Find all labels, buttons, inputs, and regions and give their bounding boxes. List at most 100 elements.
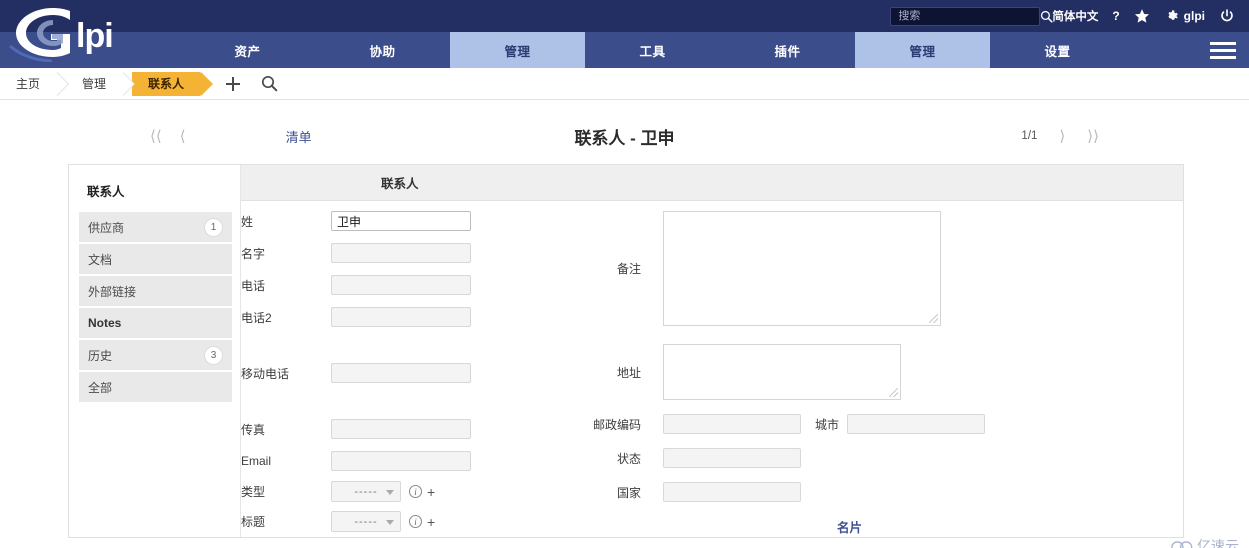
title-select[interactable]: -----: [331, 511, 401, 532]
sidebar-item-external-links[interactable]: 外部链接: [79, 276, 232, 306]
email-input[interactable]: [331, 451, 471, 471]
language-selector[interactable]: 简体中文: [1052, 8, 1098, 24]
fax-label: 传真: [241, 422, 266, 437]
nav-item-management[interactable]: 管理: [450, 32, 585, 68]
nav-item-administration[interactable]: 管理: [855, 32, 990, 68]
search-input[interactable]: [898, 10, 1041, 22]
object-tabs-sidebar: 联系人 供应商 1 文档 外部链接 Notes 历史 3 全部: [69, 165, 241, 537]
sidebar-item-badge: 1: [204, 217, 223, 237]
resize-grip-icon[interactable]: [889, 388, 898, 397]
title-info-icon[interactable]: i: [409, 515, 422, 528]
nav-label: 资产: [234, 44, 261, 59]
phone2-input[interactable]: [331, 307, 471, 327]
field-country: 国家: [563, 482, 1163, 502]
field-postcode-city: 邮政编码 城市: [563, 414, 1163, 434]
mobile-label: 移动电话: [241, 366, 290, 381]
postcode-input[interactable]: [663, 414, 801, 434]
type-select-value: -----: [354, 485, 378, 498]
type-add-icon[interactable]: +: [427, 485, 435, 499]
favorites-button[interactable]: [1134, 8, 1150, 24]
top-bar: lpi 简体中文 ? glpi: [0, 0, 1249, 62]
contact-form: 联系人 姓 卫申 名字 电话 电话2 移动电话 传真 Email 类型 ----…: [241, 165, 1183, 537]
sidebar-item-notes[interactable]: Notes: [79, 308, 232, 338]
phone2-label: 电话2: [241, 310, 272, 325]
breadcrumb-search-icon[interactable]: [256, 71, 282, 97]
nav-label: 设置: [1044, 44, 1071, 59]
form-right-column: 备注 地址 邮政编码 城市 状态 国家: [563, 211, 1163, 502]
title-add-icon[interactable]: +: [427, 515, 435, 529]
surname-input[interactable]: 卫申: [331, 211, 471, 231]
field-state: 状态: [563, 448, 1163, 468]
pager-next-button[interactable]: ⟩: [1059, 129, 1065, 144]
business-card-link[interactable]: 名片: [837, 517, 862, 536]
breadcrumb-item-management[interactable]: 管理: [66, 71, 136, 96]
nav-item-assistance[interactable]: 协助: [315, 32, 450, 68]
phone-label: 电话: [241, 278, 266, 293]
city-input[interactable]: [847, 414, 986, 434]
main-navigation: 资产 协助 管理 工具 插件 管理 设置: [0, 32, 1249, 68]
sidebar-item-label: 供应商: [88, 220, 125, 235]
content-panel: 联系人 供应商 1 文档 外部链接 Notes 历史 3 全部 联系人 姓 卫申…: [68, 164, 1184, 538]
record-pager: ⟨⟨ ⟨ 清单 联系人 - 卫申 1/1 ⟩ ⟩⟩: [0, 114, 1249, 158]
nav-label: 管理: [909, 44, 936, 59]
nav-label: 管理: [504, 44, 531, 59]
star-icon[interactable]: [1134, 8, 1150, 24]
add-new-icon[interactable]: [220, 71, 246, 97]
pager-first-button[interactable]: ⟨⟨: [150, 129, 162, 144]
nav-label: 插件: [774, 44, 801, 59]
fax-input[interactable]: [331, 419, 471, 439]
type-info-icon[interactable]: i: [409, 485, 422, 498]
sidebar-item-all[interactable]: 全部: [79, 372, 232, 402]
help-button[interactable]: ?: [1112, 9, 1119, 23]
gear-icon[interactable]: [1164, 8, 1180, 24]
firstname-label: 名字: [241, 246, 266, 261]
global-search[interactable]: [890, 6, 1053, 26]
address-textarea[interactable]: [663, 344, 901, 400]
nav-item-setup[interactable]: 设置: [990, 32, 1125, 68]
comment-textarea[interactable]: [663, 211, 941, 326]
nav-item-tools[interactable]: 工具: [585, 32, 720, 68]
resize-grip-icon[interactable]: [929, 314, 938, 323]
list-link[interactable]: 清单: [286, 127, 312, 146]
sidebar-item-badge: 3: [204, 345, 223, 365]
address-label: 地址: [616, 365, 641, 380]
breadcrumb-item-contacts[interactable]: 联系人: [132, 71, 214, 96]
sidebar-item-label: 外部链接: [88, 284, 137, 299]
nav-item-assets[interactable]: 资产: [180, 32, 315, 68]
sidebar-item-label: 全部: [88, 380, 113, 395]
comment-label: 备注: [616, 262, 641, 276]
chevron-down-icon: [386, 489, 394, 495]
breadcrumb-label: 联系人: [148, 77, 185, 91]
firstname-input[interactable]: [331, 243, 471, 263]
email-label: Email: [241, 454, 272, 468]
user-settings-button[interactable]: glpi: [1164, 8, 1205, 24]
country-label: 国家: [616, 485, 641, 500]
nav-logo-spacer: [0, 32, 180, 68]
surname-label: 姓: [241, 214, 254, 229]
sidebar-item-label: 历史: [88, 348, 113, 363]
sidebar-item-history[interactable]: 历史 3: [79, 340, 232, 370]
nav-label: 工具: [639, 44, 666, 59]
breadcrumb-label: 主页: [16, 77, 41, 91]
help-icon: ?: [1112, 9, 1120, 23]
pager-prev-button[interactable]: ⟨: [180, 129, 186, 144]
breadcrumb-item-home[interactable]: 主页: [0, 71, 70, 96]
state-label: 状态: [616, 451, 641, 466]
sidebar-item-suppliers[interactable]: 供应商 1: [79, 212, 232, 242]
type-select[interactable]: -----: [331, 481, 401, 502]
sidebar-item-documents[interactable]: 文档: [79, 244, 232, 274]
watermark-text: 亿速云: [1197, 538, 1239, 548]
power-icon[interactable]: [1219, 8, 1235, 24]
logout-button[interactable]: [1219, 8, 1235, 24]
pager-last-button[interactable]: ⟩⟩: [1087, 129, 1099, 144]
breadcrumb-label: 管理: [82, 77, 107, 91]
country-input[interactable]: [663, 482, 801, 502]
mobile-input[interactable]: [331, 363, 471, 383]
breadcrumb: 主页 管理 联系人: [0, 68, 1249, 100]
nav-item-plugins[interactable]: 插件: [720, 32, 855, 68]
state-input[interactable]: [663, 448, 801, 468]
user-name-label: glpi: [1183, 9, 1205, 23]
page-content: ⟨⟨ ⟨ 清单 联系人 - 卫申 1/1 ⟩ ⟩⟩ 联系人 供应商 1 文档 外…: [0, 114, 1249, 548]
hamburger-icon[interactable]: [1197, 32, 1249, 68]
phone-input[interactable]: [331, 275, 471, 295]
